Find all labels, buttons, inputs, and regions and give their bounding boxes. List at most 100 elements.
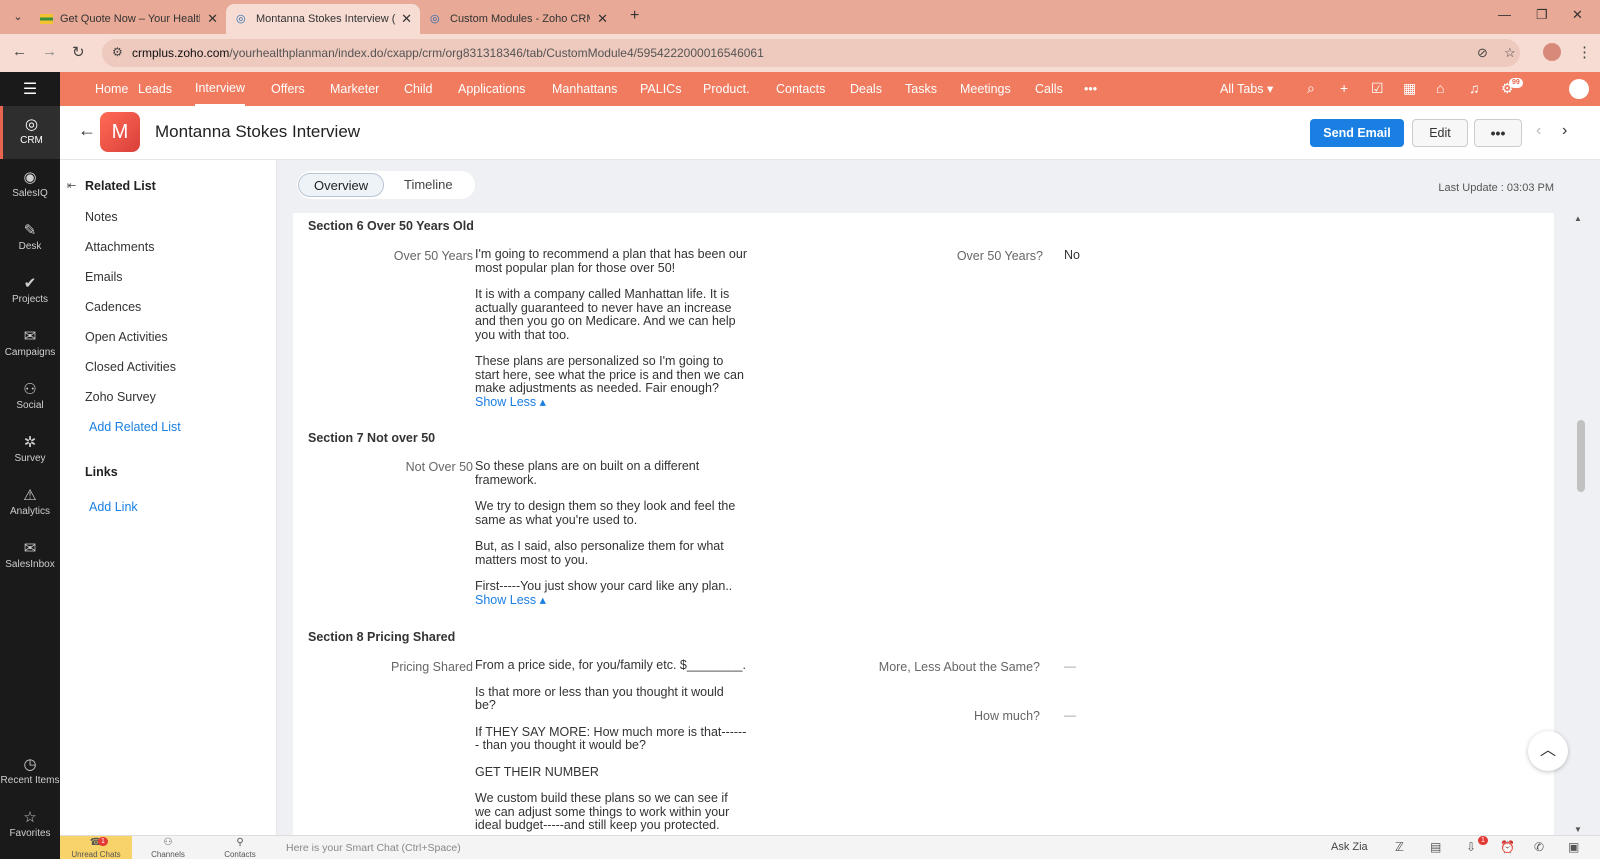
forward-icon[interactable]: → bbox=[42, 43, 57, 60]
field-value-not-over-50: So these plans are on built on a differe… bbox=[475, 459, 736, 607]
close-tab-icon[interactable]: ✕ bbox=[597, 4, 608, 34]
eye-off-icon[interactable]: ⊘ bbox=[1477, 45, 1488, 61]
scroll-to-top-button[interactable]: ︿ bbox=[1528, 731, 1568, 771]
tab-overview[interactable]: Overview bbox=[298, 173, 385, 197]
nav-marketer[interactable]: Marketer bbox=[330, 72, 379, 106]
rail-item-campaigns[interactable]: ✉ Campaigns bbox=[0, 318, 60, 371]
nav-interview[interactable]: Interview bbox=[195, 72, 246, 106]
next-record-icon[interactable]: › bbox=[1562, 122, 1567, 140]
collapse-panel-icon[interactable]: ⇤ bbox=[67, 179, 76, 192]
minimize-icon[interactable]: — bbox=[1498, 7, 1511, 22]
field-label: Not Over 50 bbox=[405, 460, 473, 474]
reload-icon[interactable]: ↻ bbox=[72, 43, 85, 61]
nav-product[interactable]: Product. bbox=[703, 72, 750, 106]
edit-button[interactable]: Edit bbox=[1412, 119, 1468, 147]
rail-item-favorites[interactable]: ☆ Favorites bbox=[0, 799, 60, 852]
url-input[interactable]: ⚙ crmplus.zoho.com/yourhealthplanman/ind… bbox=[102, 39, 1520, 67]
activities-icon[interactable]: ☑ bbox=[1371, 80, 1384, 97]
restore-icon[interactable]: ❐ bbox=[1536, 7, 1548, 23]
document-icon[interactable]: ▤ bbox=[1430, 840, 1441, 854]
related-item-open-activities[interactable]: Open Activities bbox=[85, 330, 168, 344]
nav-tasks[interactable]: Tasks bbox=[905, 72, 937, 106]
record-details: Section 6 Over 50 Years Old Over 50 Year… bbox=[293, 213, 1554, 835]
related-item-emails[interactable]: Emails bbox=[85, 270, 123, 284]
rail-item-survey[interactable]: ✲ Survey bbox=[0, 424, 60, 477]
tab-search-chevron-icon[interactable]: ⌄ bbox=[8, 7, 28, 27]
contacts-button[interactable]: ⚲ Contacts bbox=[204, 836, 276, 859]
content-scrollbar[interactable]: ▲ ▼ bbox=[1574, 214, 1586, 834]
rail-menu-icon[interactable]: ☰ bbox=[0, 72, 60, 106]
rail-item-salesiq[interactable]: ◉ SalesIQ bbox=[0, 159, 60, 212]
ask-zia-button[interactable]: Ask Zia bbox=[1331, 841, 1368, 853]
rail-item-analytics[interactable]: ⚠ Analytics bbox=[0, 477, 60, 530]
browser-tab-custom-modules[interactable]: ◎ Custom Modules - Zoho CRM ✕ bbox=[420, 4, 616, 34]
notifications-bell-icon[interactable]: ♫ bbox=[1469, 80, 1480, 96]
scroll-down-icon[interactable]: ▼ bbox=[1574, 825, 1582, 834]
nav-meetings[interactable]: Meetings bbox=[960, 72, 1011, 106]
browser-menu-icon[interactable]: ⋮ bbox=[1577, 43, 1592, 61]
rail-item-salesinbox[interactable]: ✉ SalesInbox bbox=[0, 530, 60, 583]
related-item-closed-activities[interactable]: Closed Activities bbox=[85, 360, 176, 374]
back-icon[interactable]: ← bbox=[12, 43, 27, 60]
related-item-cadences[interactable]: Cadences bbox=[85, 300, 141, 314]
rail-item-recent[interactable]: ◷ Recent Items bbox=[0, 746, 60, 799]
add-link-link[interactable]: Add Link bbox=[89, 500, 138, 514]
profile-avatar-icon[interactable] bbox=[1543, 43, 1561, 61]
field-label: Pricing Shared bbox=[391, 660, 473, 674]
announcement-icon[interactable]: ✆ bbox=[1534, 840, 1544, 854]
nav-deals[interactable]: Deals bbox=[850, 72, 882, 106]
nav-home[interactable]: Home bbox=[95, 72, 128, 106]
add-related-list-link[interactable]: Add Related List bbox=[89, 420, 181, 434]
rail-item-projects[interactable]: ✔ Projects bbox=[0, 265, 60, 318]
more-actions-button[interactable]: ••• bbox=[1474, 119, 1522, 147]
tab-timeline[interactable]: Timeline bbox=[389, 173, 468, 197]
show-less-link[interactable]: Show Less ▴ bbox=[475, 593, 546, 607]
nav-palics[interactable]: PALICs bbox=[640, 72, 681, 106]
nav-leads[interactable]: Leads bbox=[138, 72, 172, 106]
related-item-notes[interactable]: Notes bbox=[85, 210, 118, 224]
nav-offers[interactable]: Offers bbox=[271, 72, 305, 106]
translate-icon[interactable]: ℤ bbox=[1395, 840, 1404, 854]
download-icon[interactable]: ⇩ bbox=[1466, 840, 1476, 854]
send-email-button[interactable]: Send Email bbox=[1310, 119, 1404, 147]
social-icon: ⚇ bbox=[23, 381, 37, 398]
window-close-icon[interactable]: ✕ bbox=[1572, 7, 1583, 23]
nav-child[interactable]: Child bbox=[404, 72, 433, 106]
field-value-pricing-shared: From a price side, for you/family etc. $… bbox=[475, 658, 747, 832]
close-tab-icon[interactable]: ✕ bbox=[401, 4, 412, 34]
browser-tab-quote[interactable]: Get Quote Now – Your Health P ✕ bbox=[30, 4, 226, 34]
smart-chat-input[interactable]: Here is your Smart Chat (Ctrl+Space) bbox=[286, 842, 461, 854]
related-item-attachments[interactable]: Attachments bbox=[85, 240, 154, 254]
calendar-icon[interactable]: ▦ bbox=[1403, 80, 1416, 97]
previous-record-icon[interactable]: ‹ bbox=[1536, 122, 1541, 140]
scroll-up-icon[interactable]: ▲ bbox=[1574, 214, 1582, 223]
related-item-zoho-survey[interactable]: Zoho Survey bbox=[85, 390, 156, 404]
back-arrow-icon[interactable]: ← bbox=[78, 120, 96, 141]
show-less-link[interactable]: Show Less ▴ bbox=[475, 395, 546, 409]
rail-item-crm[interactable]: ◎ CRM bbox=[0, 106, 60, 159]
site-settings-icon[interactable]: ⚙ bbox=[112, 45, 123, 59]
add-icon[interactable]: + bbox=[1340, 80, 1348, 96]
close-tab-icon[interactable]: ✕ bbox=[207, 4, 218, 34]
scrollbar-thumb[interactable] bbox=[1577, 420, 1585, 492]
chat-window-icon[interactable]: ▣ bbox=[1568, 840, 1579, 854]
bookmark-star-icon[interactable]: ☆ bbox=[1504, 45, 1516, 61]
unread-chats-button[interactable]: ☎ Unread Chats bbox=[60, 836, 132, 859]
browser-tab-interview[interactable]: ◎ Montanna Stokes Interview (Int ✕ bbox=[226, 4, 420, 34]
rail-item-social[interactable]: ⚇ Social bbox=[0, 371, 60, 424]
nav-applications[interactable]: Applications bbox=[458, 72, 525, 106]
nav-manhattans[interactable]: Manhattans bbox=[552, 72, 617, 106]
user-avatar[interactable] bbox=[1569, 79, 1589, 99]
channels-button[interactable]: ⚇ Channels bbox=[132, 836, 204, 859]
marketplace-icon[interactable]: ⌂ bbox=[1436, 80, 1444, 96]
nav-more-icon[interactable]: ••• bbox=[1084, 72, 1097, 106]
section-heading: Section 7 Not over 50 bbox=[308, 431, 436, 445]
nav-calls[interactable]: Calls bbox=[1035, 72, 1063, 106]
new-tab-icon[interactable]: + bbox=[630, 7, 639, 25]
nav-contacts[interactable]: Contacts bbox=[776, 72, 825, 106]
alarm-icon[interactable]: ⏰ bbox=[1500, 840, 1515, 854]
search-icon[interactable]: ⌕ bbox=[1307, 80, 1315, 97]
star-icon: ☆ bbox=[23, 809, 37, 826]
all-tabs-dropdown[interactable]: All Tabs ▾ bbox=[1220, 72, 1273, 106]
rail-item-desk[interactable]: ✎ Desk bbox=[0, 212, 60, 265]
